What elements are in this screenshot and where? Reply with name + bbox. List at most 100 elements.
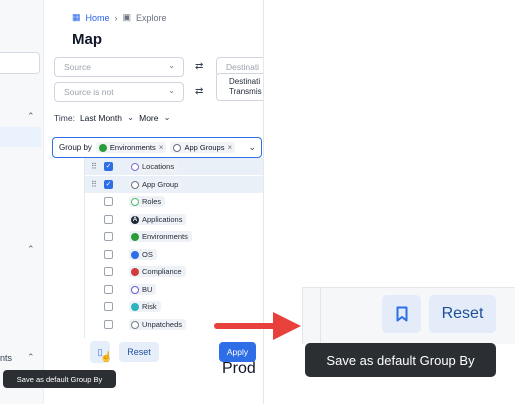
environments-icon	[98, 143, 107, 152]
checkbox[interactable]: ✓	[104, 180, 113, 189]
environments-icon	[131, 232, 139, 241]
group-by-option-environments[interactable]: Environments	[85, 228, 263, 245]
chevron-up-icon[interactable]: ⌃	[27, 352, 35, 363]
source-dropdown[interactable]: Source ⌄	[54, 57, 184, 77]
checkbox[interactable]	[104, 250, 113, 259]
time-filter: Time: Last Month ⌄ More ⌄	[54, 112, 171, 123]
risk-icon	[131, 302, 139, 311]
drag-handle-icon[interactable]: ⠿	[91, 180, 97, 189]
sidebar-search-input[interactable]	[0, 52, 40, 74]
option-tag: OS	[129, 249, 157, 260]
destination-placeholder: Destinati	[226, 62, 260, 72]
source-is-not-placeholder: Source is not	[64, 87, 114, 97]
group-by-chip: App Groups ×	[170, 142, 236, 153]
sidebar: ⌃ ⌃ nts ⌃	[0, 0, 44, 404]
app-groups-icon	[173, 143, 182, 152]
chevron-down-icon[interactable]: ⌄	[164, 112, 171, 123]
checkbox[interactable]	[104, 232, 113, 241]
option-tag: Compliance	[129, 266, 186, 277]
apply-button[interactable]: Apply	[219, 342, 256, 362]
chevron-down-icon: ⌄	[168, 86, 175, 95]
group-by-option-os[interactable]: OS	[85, 246, 263, 263]
sidebar-item-label[interactable]: nts	[0, 353, 12, 363]
destination-transmission-dropdown[interactable]: Destinati Transmis	[216, 73, 263, 101]
source-is-not-dropdown[interactable]: Source is not ⌄	[54, 82, 184, 102]
remove-chip-icon[interactable]: ×	[159, 143, 164, 152]
checkbox[interactable]	[104, 197, 113, 206]
background-text: Prod	[222, 360, 256, 377]
reset-button[interactable]: Reset	[119, 342, 159, 362]
time-value-dropdown[interactable]: Last Month	[80, 113, 122, 123]
group-by-label: Group by	[59, 143, 92, 152]
option-label: Unpatcheds	[142, 320, 183, 329]
group-by-option-locations[interactable]: ⠿ ✓ Locations	[85, 158, 263, 175]
destination-label: Destinati	[229, 77, 261, 86]
chevron-down-icon[interactable]: ⌄	[248, 142, 256, 153]
applications-icon: A	[131, 215, 139, 224]
tooltip: Save as default Group By	[3, 370, 116, 388]
unpatcheds-icon	[131, 320, 139, 329]
breadcrumb-separator-icon: ›	[114, 12, 118, 23]
chevron-down-icon: ⌄	[168, 61, 175, 70]
time-label: Time:	[54, 112, 75, 123]
more-dropdown[interactable]: More	[139, 113, 158, 123]
sidebar-active-item[interactable]	[0, 127, 41, 147]
save-default-button-zoomed[interactable]	[382, 295, 421, 333]
page-icon: ▣	[122, 12, 132, 22]
option-tag: Risk	[129, 301, 161, 312]
bookmark-icon	[396, 306, 407, 322]
option-label: Risk	[142, 302, 157, 311]
transmission-label: Transmis	[229, 87, 262, 96]
group-by-option-applications[interactable]: A Applications	[85, 211, 263, 228]
group-by-select[interactable]: Group by Environments × App Groups × ⌄	[52, 137, 262, 158]
drag-handle-icon[interactable]: ⠿	[91, 162, 97, 171]
callout-arrow-icon	[214, 312, 301, 340]
compliance-icon	[131, 267, 139, 276]
option-label: Roles	[142, 197, 162, 206]
reset-button-zoomed[interactable]: Reset	[429, 295, 496, 333]
bu-icon	[131, 285, 139, 294]
group-by-option-compliance[interactable]: Compliance	[85, 263, 263, 280]
checkbox[interactable]	[104, 320, 113, 329]
option-label: App Group	[142, 180, 179, 189]
remove-chip-icon[interactable]: ×	[227, 143, 232, 152]
option-label: OS	[142, 250, 153, 259]
page-title: Map	[72, 31, 102, 48]
breadcrumb: ▦ Home › ▣ Explore	[72, 12, 167, 23]
chevron-up-icon[interactable]: ⌃	[27, 111, 35, 122]
group-by-option-app-group[interactable]: ⠿ ✓ App Group	[85, 176, 263, 193]
checkbox[interactable]	[104, 267, 113, 276]
option-tag: Locations	[129, 161, 179, 172]
swap-icon[interactable]: ⇄	[195, 86, 203, 97]
group-by-chip: Environments ×	[95, 142, 167, 153]
divider	[303, 287, 515, 288]
option-tag: App Group	[129, 179, 183, 190]
checkbox[interactable]	[104, 215, 113, 224]
option-label: Applications	[142, 215, 183, 224]
grid-icon: ▦	[72, 12, 81, 22]
breadcrumb-home-link[interactable]: Home	[86, 13, 110, 23]
chevron-down-icon[interactable]: ⌄	[127, 112, 134, 123]
group-by-option-bu[interactable]: BU	[85, 281, 263, 298]
option-tag: BU	[129, 284, 157, 295]
zoomed-footer: Reset	[302, 287, 515, 344]
divider	[320, 287, 321, 344]
hand-cursor-icon: ☝	[100, 352, 113, 363]
os-icon	[131, 250, 139, 259]
chevron-up-icon[interactable]: ⌃	[27, 244, 35, 255]
checkbox[interactable]	[104, 285, 113, 294]
option-label: Environments	[142, 232, 188, 241]
tooltip-zoomed: Save as default Group By	[305, 343, 496, 377]
roles-icon	[131, 197, 139, 206]
option-tag: A Applications	[129, 214, 187, 225]
group-by-option-roles[interactable]: Roles	[85, 193, 263, 210]
option-tag: Environments	[129, 231, 192, 242]
source-placeholder: Source	[64, 62, 91, 72]
checkbox[interactable]: ✓	[104, 162, 113, 171]
option-label: BU	[142, 285, 153, 294]
chip-label: App Groups	[184, 143, 225, 152]
checkbox[interactable]	[104, 302, 113, 311]
swap-icon[interactable]: ⇄	[195, 61, 203, 72]
option-label: Locations	[142, 162, 175, 171]
option-tag: Unpatcheds	[129, 319, 187, 330]
